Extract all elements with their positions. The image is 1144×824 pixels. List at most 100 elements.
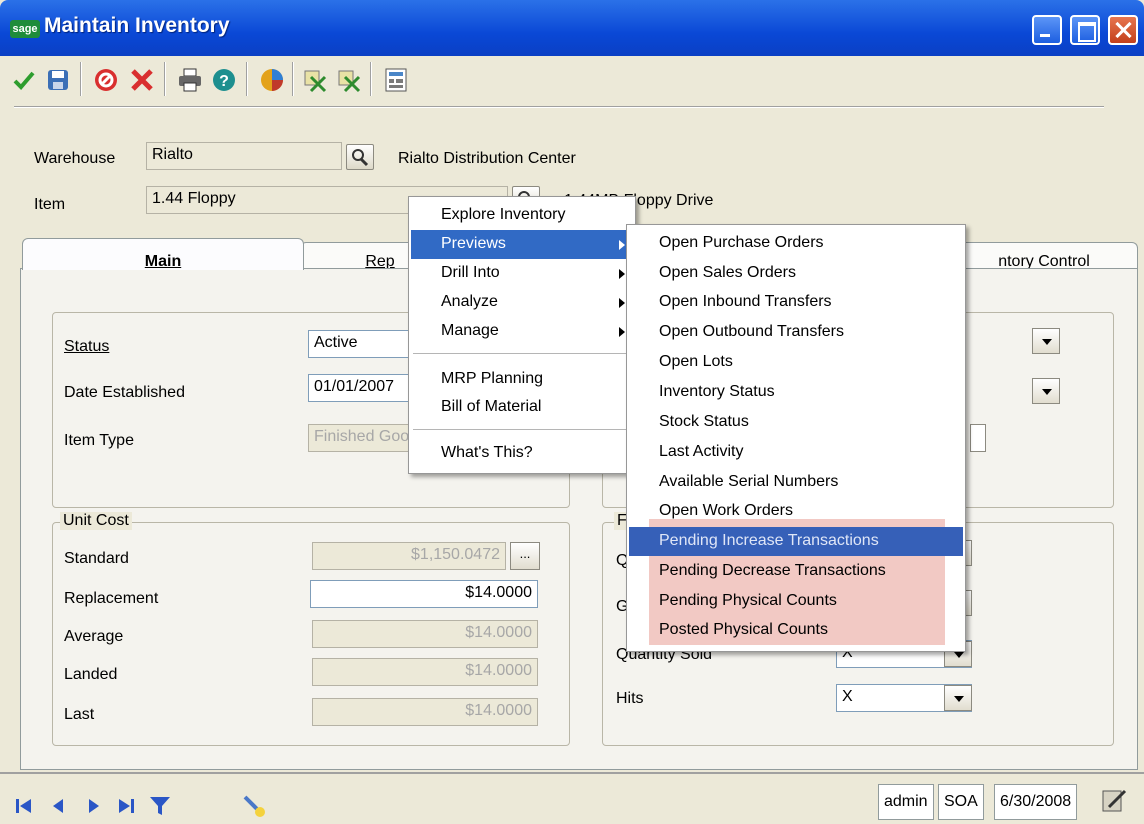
delete-icon <box>95 69 117 91</box>
hits-dropdown[interactable] <box>944 685 972 711</box>
save-icon <box>48 70 68 90</box>
window-title: Maintain Inventory <box>44 14 230 37</box>
submenu-item-label: Open Lots <box>659 353 733 370</box>
svg-text:?: ? <box>219 73 229 90</box>
submenu-item-label: Posted Physical Counts <box>659 621 828 638</box>
maximize-button[interactable] <box>1070 15 1100 45</box>
print-button[interactable] <box>174 64 206 96</box>
menu-item-previews[interactable]: Previews <box>411 230 633 259</box>
filter-icon <box>150 797 170 815</box>
menu-item-label: Drill Into <box>441 264 500 281</box>
submenu-item-label: Stock Status <box>659 413 749 430</box>
cancel-button[interactable] <box>126 64 158 96</box>
magnifier-icon <box>352 149 369 167</box>
right-spinner[interactable] <box>970 424 986 452</box>
grid-view-button-1[interactable] <box>300 64 332 96</box>
tab-main[interactable]: Main <box>22 238 304 270</box>
submenu-item-pending-increase-transactions[interactable]: Pending Increase Transactions <box>629 527 963 556</box>
menu-item-whats-this[interactable]: What's This? <box>411 439 633 468</box>
replacement-label: Replacement <box>64 590 159 607</box>
item-label: Item <box>34 196 66 213</box>
close-button[interactable] <box>1108 15 1138 45</box>
right-combo-1-dropdown[interactable] <box>1032 328 1060 354</box>
submenu-item-label: Pending Increase Transactions <box>659 532 879 549</box>
item-type-label: Item Type <box>64 432 134 449</box>
warehouse-field[interactable]: Rialto <box>146 142 342 170</box>
submenu-item-pending-physical-counts[interactable]: Pending Physical Counts <box>629 587 963 616</box>
previous-record-button[interactable] <box>44 792 72 820</box>
menu-item-analyze[interactable]: Analyze <box>411 288 633 317</box>
menu-item-mrp-planning[interactable]: MRP Planning <box>411 365 633 394</box>
cancel-icon <box>131 69 153 91</box>
grid-view-button-2[interactable] <box>334 64 366 96</box>
lookup-record-button[interactable] <box>240 792 268 820</box>
menu-item-bill-of-material[interactable]: Bill of Material <box>411 393 633 422</box>
menu-item-label: What's This? <box>441 444 533 461</box>
standard-cost-ellipsis-button[interactable]: ... <box>510 542 540 570</box>
next-record-button[interactable] <box>80 792 108 820</box>
menu-item-explore-inventory[interactable]: Explore Inventory <box>411 201 633 230</box>
save-button[interactable] <box>42 64 74 96</box>
submenu-item-last-activity[interactable]: Last Activity <box>629 438 963 467</box>
company-panel: SOA <box>938 784 984 820</box>
standard-cost-field: $1,150.0472 <box>312 542 506 570</box>
menu-item-drill-into[interactable]: Drill Into <box>411 259 633 288</box>
toolbar: ? <box>0 56 1144 106</box>
warehouse-lookup-button[interactable] <box>346 144 374 170</box>
menu-item-manage[interactable]: Manage <box>411 317 633 346</box>
hits-label: Hits <box>616 690 644 707</box>
delete-button[interactable] <box>90 64 122 96</box>
submenu-item-label: Pending Physical Counts <box>659 592 837 609</box>
accept-button[interactable] <box>8 64 40 96</box>
submenu-item-label: Pending Decrease Transactions <box>659 562 886 579</box>
unit-cost-title: Unit Cost <box>60 512 132 530</box>
previews-submenu: Open Purchase Orders Open Sales Orders O… <box>626 224 966 652</box>
submenu-item-pending-decrease-transactions[interactable]: Pending Decrease Transactions <box>629 557 963 586</box>
landed-cost-field: $14.0000 <box>312 658 538 686</box>
minimize-button[interactable] <box>1032 15 1062 45</box>
first-record-button[interactable] <box>10 792 38 820</box>
filter-button[interactable] <box>146 792 174 820</box>
submenu-item-label: Inventory Status <box>659 383 775 400</box>
print-icon <box>179 68 201 92</box>
warehouse-label: Warehouse <box>34 150 116 167</box>
submenu-item-label: Last Activity <box>659 443 744 460</box>
status-bar: admin SOA 6/30/2008 <box>0 772 1144 824</box>
last-record-icon <box>119 799 134 813</box>
submenu-item-posted-physical-counts[interactable]: Posted Physical Counts <box>629 616 963 645</box>
next-record-icon <box>89 799 99 813</box>
standard-label: Standard <box>64 550 129 567</box>
submenu-item-label: Open Work Orders <box>659 502 793 519</box>
last-record-button[interactable] <box>112 792 140 820</box>
status-label: Status <box>64 338 110 355</box>
sage-logo: sage <box>10 20 40 38</box>
explore-button[interactable] <box>256 64 288 96</box>
last-label: Last <box>64 706 95 723</box>
submenu-item-open-lots[interactable]: Open Lots <box>629 348 963 377</box>
landed-label: Landed <box>64 666 118 683</box>
submenu-item-inventory-status[interactable]: Inventory Status <box>629 378 963 407</box>
date-panel: 6/30/2008 <box>994 784 1078 820</box>
date-established-label: Date Established <box>64 384 185 401</box>
submenu-item-open-outbound-transfers[interactable]: Open Outbound Transfers <box>629 318 963 347</box>
menu-item-label: Analyze <box>441 293 498 310</box>
submenu-item-stock-status[interactable]: Stock Status <box>629 408 963 437</box>
submenu-item-open-work-orders[interactable]: Open Work Orders <box>629 497 963 526</box>
notes-status-button[interactable] <box>1100 786 1128 814</box>
menu-item-label: Previews <box>441 235 506 252</box>
right-combo-2-dropdown[interactable] <box>1032 378 1060 404</box>
check-icon <box>13 71 35 90</box>
notes-button[interactable] <box>380 64 412 96</box>
replacement-cost-field[interactable]: $14.0000 <box>310 580 538 608</box>
submenu-item-open-inbound-transfers[interactable]: Open Inbound Transfers <box>629 288 963 317</box>
warehouse-description: Rialto Distribution Center <box>398 150 576 167</box>
submenu-item-open-sales-orders[interactable]: Open Sales Orders <box>629 259 963 288</box>
average-cost-field: $14.0000 <box>312 620 538 648</box>
help-button[interactable]: ? <box>208 64 240 96</box>
submenu-arrow-icon <box>619 269 625 279</box>
last-cost-field: $14.0000 <box>312 698 538 726</box>
submenu-item-available-serial-numbers[interactable]: Available Serial Numbers <box>629 468 963 497</box>
submenu-item-open-purchase-orders[interactable]: Open Purchase Orders <box>629 229 963 258</box>
title-bar[interactable]: sage Maintain Inventory <box>0 0 1144 56</box>
submenu-item-label: Available Serial Numbers <box>659 473 839 490</box>
